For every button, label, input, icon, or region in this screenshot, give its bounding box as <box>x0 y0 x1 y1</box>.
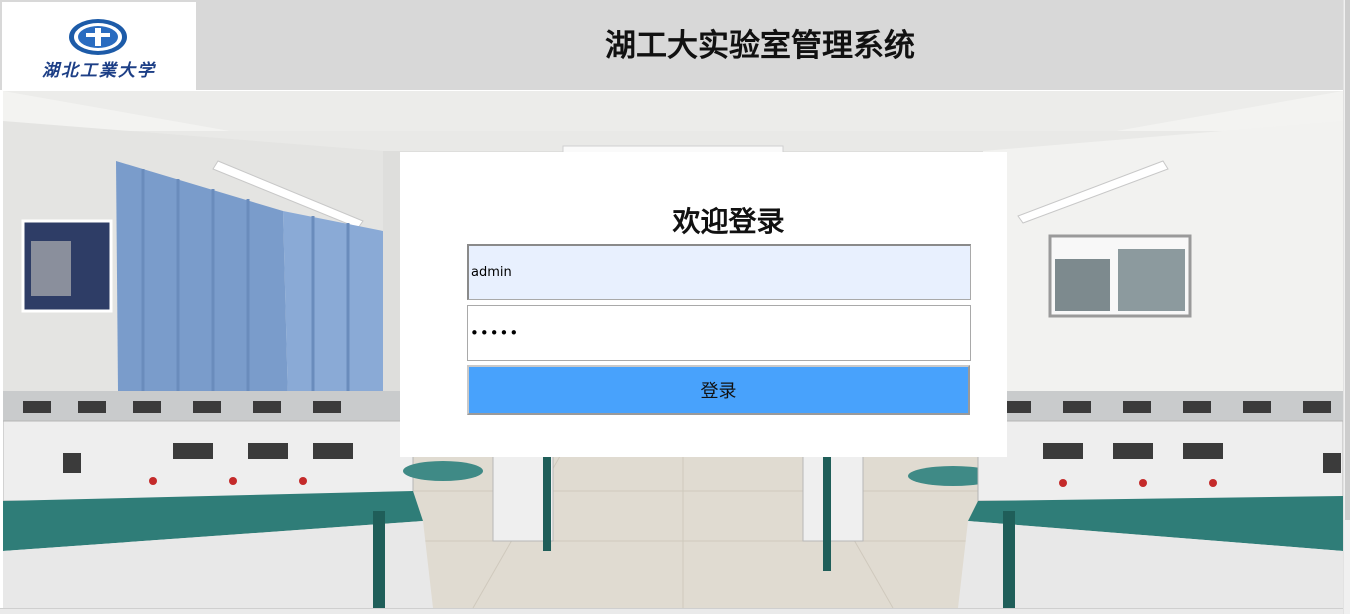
password-input[interactable] <box>467 305 971 361</box>
login-panel: 欢迎登录 登录 <box>400 152 1007 457</box>
university-logo: 湖北工業大学 <box>2 2 196 90</box>
horizontal-scrollbar[interactable] <box>0 608 1343 614</box>
username-input[interactable] <box>467 244 971 300</box>
vertical-scrollbar[interactable] <box>1343 0 1350 614</box>
university-logo-text: 湖北工業大学 <box>42 61 156 81</box>
login-title: 欢迎登录 <box>672 205 785 238</box>
scrollbar-thumb[interactable] <box>1345 0 1350 520</box>
site-header: 湖北工業大学 湖工大实验室管理系统 <box>0 0 1343 90</box>
university-emblem-icon <box>69 19 127 55</box>
login-button[interactable]: 登录 <box>467 365 970 415</box>
site-title: 湖工大实验室管理系统 <box>605 28 915 64</box>
